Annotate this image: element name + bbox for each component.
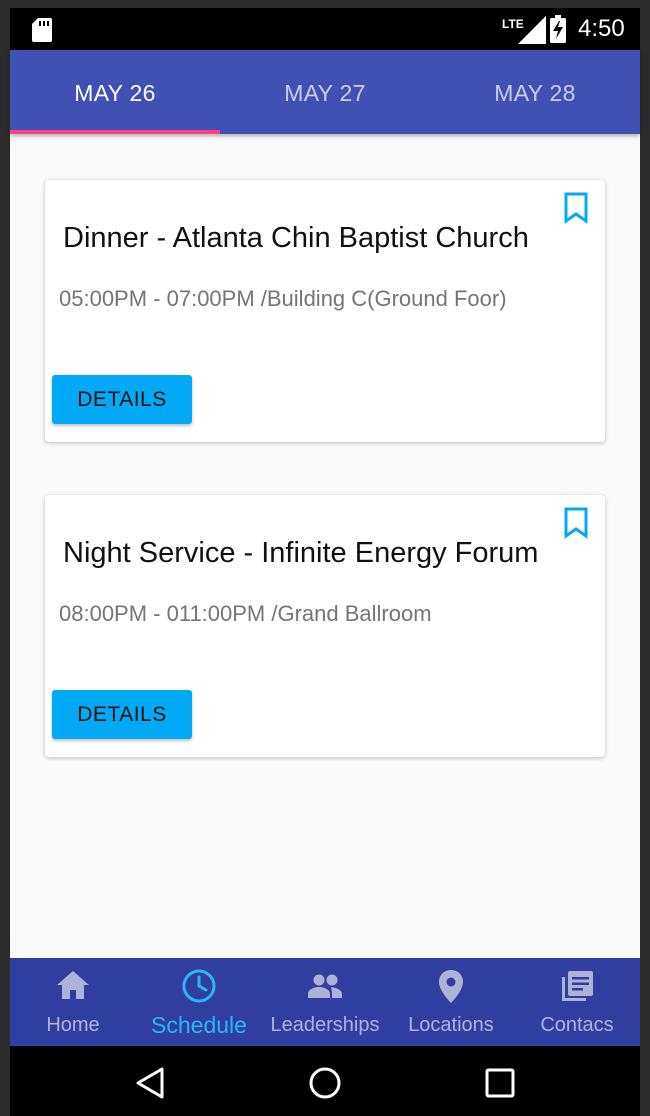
event-title: Dinner - Atlanta Chin Baptist Church [63,222,529,254]
bottom-navigation: Home Schedule Leaderships Locations Cont… [10,958,640,1046]
nav-label: Home [46,1014,100,1036]
home-icon [57,971,89,999]
clock-icon [182,969,216,1003]
nav-item-home[interactable]: Home [10,958,136,1046]
clock-time: 4:50 [578,15,625,42]
status-bar: LTE 4:50 [10,8,640,50]
system-navigation-bar [10,1046,640,1116]
event-title: Night Service - Infinite Energy Forum [63,537,539,569]
device-frame-right [640,0,650,1116]
nav-label: Contacs [540,1014,614,1036]
location-pin-icon [439,970,463,1003]
network-type: LTE [502,17,524,31]
event-card: Night Service - Infinite Energy Forum 08… [45,495,605,757]
event-card: Dinner - Atlanta Chin Baptist Church 05:… [45,180,605,442]
back-icon[interactable] [134,1066,168,1100]
details-button[interactable]: DETAILS [52,375,192,424]
sd-card-icon [32,18,52,42]
tab-may-28[interactable]: MAY 28 [430,50,640,134]
battery-charging-icon [550,15,566,43]
nav-label: Schedule [151,1012,247,1038]
nav-label: Locations [408,1014,494,1036]
nav-item-contacts[interactable]: Contacs [514,958,640,1046]
event-time-location: 08:00PM - 011:00PM /Grand Ballroom [59,601,432,626]
event-time-location: 05:00PM - 07:00PM /Building C(Ground Foo… [59,286,507,311]
recents-square-icon[interactable] [483,1066,517,1100]
date-tab-bar: MAY 26 MAY 27 MAY 28 [10,50,640,134]
home-circle-icon[interactable] [308,1066,342,1100]
device-frame-left [0,0,10,1116]
lte-signal-icon: LTE [502,16,546,44]
nav-label: Leaderships [270,1014,380,1036]
details-button[interactable]: DETAILS [52,690,192,739]
bookmark-icon[interactable] [563,507,589,539]
tab-may-26[interactable]: MAY 26 [10,50,220,134]
people-icon [308,974,342,998]
nav-item-schedule[interactable]: Schedule [136,958,262,1046]
tab-may-27[interactable]: MAY 27 [220,50,430,134]
nav-item-locations[interactable]: Locations [388,958,514,1046]
schedule-list: Dinner - Atlanta Chin Baptist Church 05:… [10,134,640,958]
bookmark-icon[interactable] [563,192,589,224]
nav-item-leaderships[interactable]: Leaderships [262,958,388,1046]
library-books-icon [562,971,593,1001]
